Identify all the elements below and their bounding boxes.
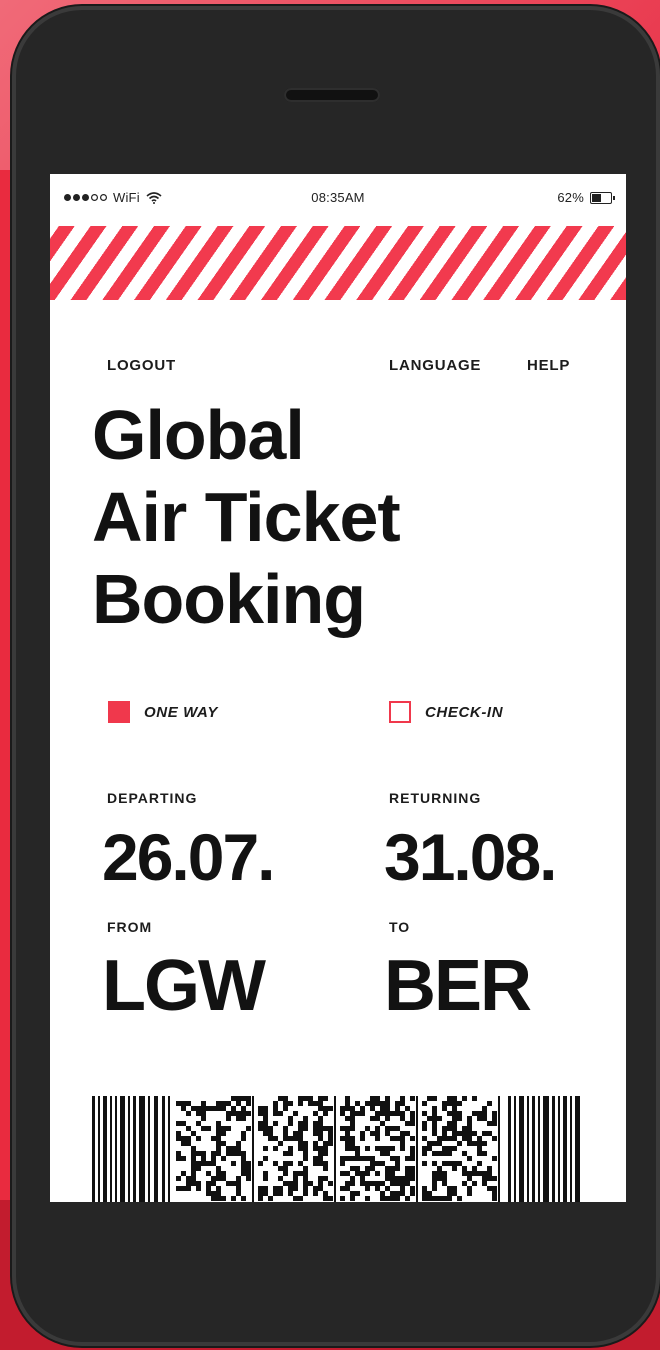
departing-label: DEPARTING	[107, 790, 198, 806]
speaker-grille	[284, 88, 380, 102]
returning-label: RETURNING	[389, 790, 482, 806]
from-label: FROM	[107, 919, 153, 935]
status-time: 08:35AM	[311, 190, 365, 205]
returning-date[interactable]: 31.08.	[384, 822, 557, 892]
battery-percent: 62%	[557, 190, 584, 205]
one-way-option[interactable]: ONE WAY	[108, 701, 218, 723]
decorative-stripes	[50, 226, 626, 300]
title-line: Global	[92, 396, 305, 474]
app-screen: WiFi 08:35AM 62% LOGOUT LANGUAGE HELP Gl…	[50, 174, 626, 1202]
departing-date[interactable]: 26.07.	[102, 822, 275, 892]
language-link[interactable]: LANGUAGE	[389, 357, 481, 374]
phone-frame: WiFi 08:35AM 62% LOGOUT LANGUAGE HELP Gl…	[12, 6, 660, 1346]
check-in-checkbox[interactable]	[389, 701, 411, 723]
title-line: Booking	[92, 560, 366, 638]
one-way-checkbox[interactable]	[108, 701, 130, 723]
from-airport-code[interactable]: LGW	[102, 948, 266, 1024]
help-link[interactable]: HELP	[527, 357, 570, 374]
status-right: 62%	[557, 190, 615, 205]
to-label: TO	[389, 919, 411, 935]
logout-link[interactable]: LOGOUT	[107, 357, 176, 374]
to-airport-code[interactable]: BER	[384, 948, 532, 1024]
one-way-label: ONE WAY	[144, 703, 218, 721]
barcode-icon	[92, 1096, 580, 1202]
title-line: Air Ticket	[92, 478, 401, 556]
check-in-option[interactable]: CHECK-IN	[389, 701, 503, 723]
battery-icon	[590, 191, 615, 204]
check-in-label: CHECK-IN	[425, 703, 504, 721]
page-title: Global Air Ticket Booking	[92, 394, 592, 640]
status-bar: WiFi 08:35AM 62%	[50, 174, 626, 222]
